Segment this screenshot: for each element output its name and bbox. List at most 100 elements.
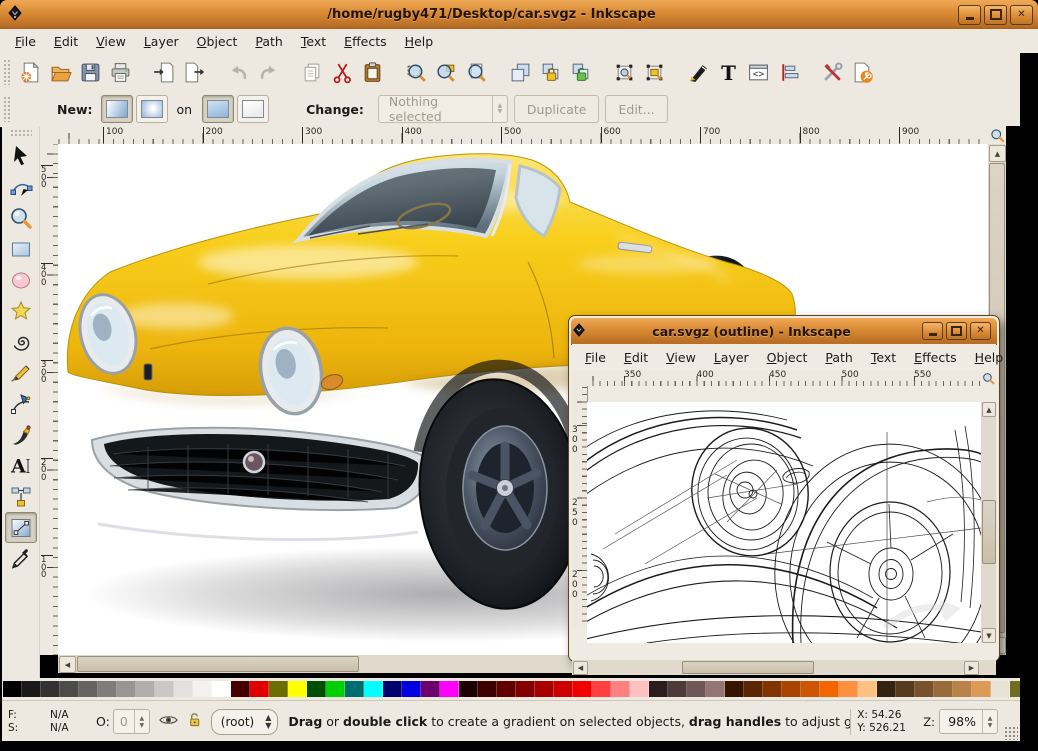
text-tool[interactable]: A [5,450,37,481]
menu-item[interactable]: File [6,31,45,52]
main-titlebar[interactable]: /home/rugby471/Desktop/car.svgz - Inksca… [0,0,1038,30]
palette-swatch[interactable] [41,681,60,697]
horizontal-ruler[interactable]: 1002003004005006007008009001000 [58,127,988,145]
zoom-selection-button[interactable] [401,57,431,87]
scroll-right-button[interactable]: ▶ [964,661,979,675]
menu-item[interactable]: Text [862,347,905,368]
scroll-left-button[interactable]: ◀ [59,656,76,673]
gradient-tool[interactable] [4,512,37,543]
close-button[interactable]: ✕ [1010,4,1033,25]
import-button[interactable] [149,57,179,87]
layer-visibility-toggle[interactable] [159,713,178,730]
vertical-scroll-thumb[interactable] [982,500,996,564]
ellipse-tool[interactable] [5,264,37,295]
rectangle-tool[interactable] [5,233,37,264]
document-properties-button[interactable] [847,57,877,87]
palette-swatch[interactable] [22,681,41,697]
layer-selector[interactable]: (root) ▲ ▼ [210,708,279,735]
outline-horizontal-ruler[interactable]: 350 400 450 500 550 [587,370,981,387]
gradient-select-combo[interactable]: Nothing selected ▲ ▼ [377,94,508,124]
palette-swatch[interactable] [706,681,725,697]
vertical-ruler[interactable]: 500 400 300 200 100 [40,144,59,655]
spiral-tool[interactable] [5,326,37,357]
palette-swatch[interactable] [687,681,706,697]
toolbar-grip[interactable] [3,96,11,122]
new-document-button[interactable] [15,57,45,87]
palette-swatch[interactable] [820,681,839,697]
edit-gradient-button[interactable]: Edit... [605,95,668,123]
horizontal-scroll-thumb[interactable] [77,656,359,672]
fill-stroke-indicator[interactable]: F: N/A S: N/A [8,709,94,735]
palette-swatch[interactable] [79,681,98,697]
spinner-arrows-icon[interactable]: ▲ ▼ [133,710,149,733]
toolbox-grip[interactable] [9,129,32,136]
menu-item[interactable]: Layer [135,31,188,52]
text-font-button[interactable]: T [713,57,743,87]
scroll-up-button[interactable]: ▲ [982,402,996,417]
maximize-button[interactable] [984,4,1007,25]
palette-swatch[interactable] [193,681,212,697]
duplicate-button[interactable] [505,57,535,87]
pencil-tool[interactable] [5,357,37,388]
scroll-down-button[interactable]: ▼ [982,628,996,643]
copy-button[interactable] [297,57,327,87]
align-distribute-button[interactable] [773,57,803,87]
palette-swatch[interactable] [326,681,345,697]
group-button[interactable] [535,57,565,87]
palette-swatch[interactable] [554,681,573,697]
menu-item[interactable]: Help [966,347,1013,368]
menu-item[interactable]: File [576,347,615,368]
palette-swatch[interactable] [839,681,858,697]
palette-swatch[interactable] [953,681,972,697]
palette-swatch[interactable] [915,681,934,697]
outline-canvas[interactable] [587,402,981,643]
palette-swatch[interactable] [459,681,478,697]
menu-item[interactable]: Text [292,31,335,52]
palette-swatch[interactable] [896,681,915,697]
palette-swatch[interactable] [858,681,877,697]
fill-target-button[interactable] [202,95,235,123]
palette-swatch[interactable] [934,681,953,697]
palette-swatch[interactable] [250,681,269,697]
unlink-clone-button[interactable] [639,57,669,87]
menu-item[interactable]: Object [758,347,817,368]
menu-item[interactable]: Effects [905,347,966,368]
xml-editor-button[interactable]: <> [743,57,773,87]
fill-stroke-button[interactable] [683,57,713,87]
calligraphy-tool[interactable] [5,419,37,450]
layer-lock-toggle[interactable] [187,712,202,731]
palette-swatch[interactable] [497,681,516,697]
palette-swatch[interactable] [174,681,193,697]
zoom-page-button[interactable] [461,57,491,87]
node-editor-tool[interactable] [5,171,37,202]
minimize-button[interactable] [922,322,943,340]
palette-swatch[interactable] [478,681,497,697]
zoom-tool[interactable] [5,202,37,233]
palette-swatch[interactable] [611,681,630,697]
outline-window[interactable]: car.svgz (outline) - Inkscape ✕ File Edit… [568,315,1003,675]
outline-horizontal-scrollbar[interactable]: ◀ ▶ [572,660,996,675]
palette-swatch[interactable] [345,681,364,697]
menu-item[interactable]: Path [246,31,291,52]
undo-button[interactable] [223,57,253,87]
menu-item[interactable]: Help [396,31,443,52]
quick-zoom-icon[interactable] [988,126,1006,144]
palette-swatch[interactable] [98,681,117,697]
palette-swatch[interactable] [383,681,402,697]
menu-item[interactable]: View [87,31,135,52]
palette-swatch[interactable] [573,681,592,697]
print-button[interactable] [105,57,135,87]
palette-swatch[interactable] [877,681,896,697]
palette-swatch[interactable] [269,681,288,697]
menu-item[interactable]: Path [816,347,861,368]
stroke-target-button[interactable] [237,95,270,123]
save-document-button[interactable] [75,57,105,87]
opacity-spinbox[interactable]: 0 ▲ ▼ [112,709,150,734]
palette-swatch[interactable] [725,681,744,697]
menu-item[interactable]: Edit [45,31,87,52]
close-button[interactable]: ✕ [970,322,991,340]
palette-swatch[interactable] [630,681,649,697]
menu-item[interactable]: Effects [335,31,396,52]
outline-vertical-scrollbar[interactable]: ▲ ▼ [981,402,996,643]
edit-clone-button[interactable] [609,57,639,87]
